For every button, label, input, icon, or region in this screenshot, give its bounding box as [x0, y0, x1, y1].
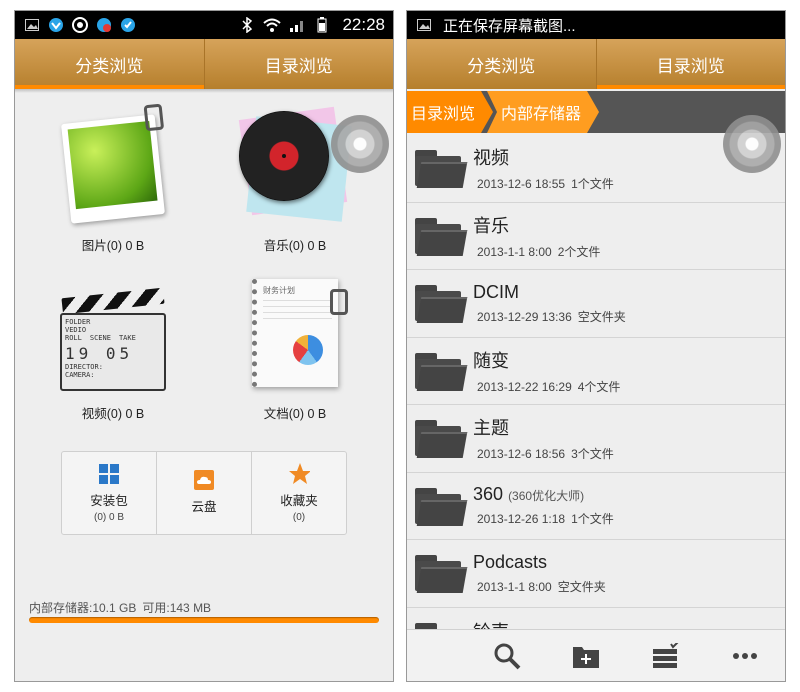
video-icon: FOLDER VEDIO ROLL SCENE TAKE 19 05 DIREC…	[60, 287, 166, 393]
quick-apps-count: (0) 0 B	[93, 512, 124, 523]
folder-row[interactable]: 360 (360优化大师) 2013-12-26 1:18 1个文件	[407, 473, 785, 540]
folder-name: 360 (360优化大师)	[473, 484, 585, 505]
new-folder-icon[interactable]	[571, 641, 601, 671]
image-notification-icon	[415, 17, 433, 33]
folder-row[interactable]: 主题 2013-12-6 18:56 3个文件	[407, 405, 785, 473]
folder-name: 随变	[473, 350, 509, 371]
storage-available: 可用:143 MB	[142, 601, 212, 615]
clapper-scene: SCENE	[89, 334, 111, 342]
storage-usage-bar	[29, 617, 379, 623]
folder-icon	[415, 486, 468, 526]
folder-list: 视频 2013-12-6 18:55 1个文件音乐 2013-1-1 8:00 2个…	[407, 135, 785, 675]
clock: 22:28	[342, 15, 385, 34]
status-notice: 正在保存屏幕截图...	[443, 17, 576, 35]
clapper-roll: ROLL	[65, 334, 82, 342]
clapper-camera: CAMERA:	[65, 371, 95, 379]
category-documents[interactable]: 财务计划 文档(0) 0 B	[215, 279, 375, 422]
folder-name: 主题	[473, 418, 509, 439]
category-pictures[interactable]: 图片(0) 0 B	[33, 103, 193, 254]
more-icon[interactable]	[730, 641, 760, 671]
tab-bar: 分类浏览 目录浏览	[407, 39, 785, 89]
signal-icon	[288, 17, 306, 33]
folder-meta: 2013-12-22 16:29 4个文件	[477, 379, 621, 394]
tab-category[interactable]: 分类浏览	[407, 39, 596, 89]
folder-icon	[415, 553, 468, 594]
folder-row[interactable]: Podcasts 2013-1-1 8:00 空文件夹	[407, 540, 785, 608]
tab-shadow	[15, 89, 393, 93]
folder-meta: 2013-12-29 13:36 空文件夹	[477, 309, 626, 324]
document-icon: 财务计划	[252, 279, 348, 387]
apps-icon	[98, 463, 120, 485]
folder-meta: 2013-1-1 8:00 2个文件	[477, 244, 601, 259]
folder-meta: 2013-1-1 8:00 空文件夹	[477, 579, 606, 594]
folder-icon	[415, 418, 468, 459]
clapper-title: FOLDER	[65, 318, 91, 326]
bluetooth-icon	[238, 17, 256, 33]
category-video[interactable]: FOLDER VEDIO ROLL SCENE TAKE 19 05 DIREC…	[33, 279, 193, 422]
quick-cloud[interactable]: 云盘	[156, 452, 251, 534]
shield-notification-icon	[47, 17, 65, 33]
category-music-label: 音乐(0) 0 B	[263, 239, 327, 253]
batch-select-icon[interactable]	[651, 641, 681, 671]
folder-row[interactable]: DCIM 2013-12-29 13:36 空文件夹	[407, 270, 785, 338]
notebook-title: 财务计划	[263, 286, 295, 295]
folder-meta: 2013-12-6 18:55 1个文件	[477, 177, 614, 192]
clapper-numbers: 19 05	[65, 344, 134, 363]
folder-name: 视频	[473, 148, 509, 169]
folder-name: 音乐	[473, 215, 509, 236]
folder-name: Podcasts	[473, 551, 548, 572]
star-icon	[288, 463, 310, 485]
battery-icon	[313, 17, 331, 33]
folder-icon	[415, 351, 468, 391]
clapper-line: VEDIO	[65, 326, 87, 334]
folder-meta: 2013-12-6 18:56 3个文件	[477, 447, 614, 462]
storage-info: 内部存储器:10.1 GB 可用:143 MB	[29, 599, 211, 616]
folder-row[interactable]: 随变 2013-12-22 16:29 4个文件	[407, 338, 785, 405]
breadcrumb-current[interactable]: 内部存储器	[487, 91, 599, 133]
cloud-icon	[193, 469, 215, 491]
clapper-director: DIRECTOR:	[65, 363, 103, 371]
wifi-icon	[263, 17, 282, 33]
record-notification-icon	[71, 17, 89, 33]
floating-ball-icon[interactable]	[723, 115, 781, 173]
quick-apps-label: 安装包	[90, 494, 128, 508]
quick-favorites-count: (0)	[292, 512, 306, 523]
quick-favorites[interactable]: 收藏夹 (0)	[251, 452, 346, 534]
quick-apps[interactable]: 安装包 (0) 0 B	[62, 452, 156, 534]
folder-icon	[415, 148, 468, 189]
search-icon[interactable]	[492, 641, 522, 671]
category-video-label: 视频(0) 0 B	[81, 407, 145, 421]
folder-icon	[415, 216, 468, 256]
storage-total: 内部存储器:10.1 GB	[29, 601, 137, 615]
folder-row[interactable]: 音乐 2013-1-1 8:00 2个文件	[407, 203, 785, 270]
status-bar: 正在保存屏幕截图...	[407, 11, 785, 39]
category-screen: 22:28 分类浏览 目录浏览 图片(0) 0 B 音乐(0) 0 B FOLD…	[14, 10, 394, 682]
category-documents-label: 文档(0) 0 B	[263, 407, 327, 421]
music-icon	[238, 106, 352, 223]
bottom-toolbar	[407, 629, 785, 681]
folder-icon	[415, 283, 468, 324]
folder-name: DCIM	[473, 281, 519, 302]
tab-directory[interactable]: 目录浏览	[203, 39, 394, 89]
block-notification-icon	[95, 17, 113, 33]
tab-directory[interactable]: 目录浏览	[595, 39, 786, 89]
security-notification-icon	[119, 17, 137, 33]
clapper-take: TAKE	[118, 334, 136, 342]
category-pictures-label: 图片(0) 0 B	[81, 239, 145, 253]
tab-bar: 分类浏览 目录浏览	[15, 39, 393, 89]
breadcrumb-root[interactable]: 目录浏览	[407, 91, 493, 133]
directory-screen: 正在保存屏幕截图... 分类浏览 目录浏览 目录浏览 内部存储器 视频 2013…	[406, 10, 786, 682]
quick-favorites-label: 收藏夹	[280, 494, 318, 508]
folder-meta: 2013-12-26 1:18 1个文件	[477, 512, 614, 527]
floating-ball-icon[interactable]	[331, 115, 389, 173]
quick-access-panel: 安装包 (0) 0 B 云盘 收藏夹 (0)	[61, 451, 347, 535]
image-icon	[61, 103, 165, 224]
status-bar: 22:28	[15, 11, 393, 39]
image-notification-icon	[23, 17, 41, 33]
quick-cloud-label: 云盘	[191, 499, 217, 514]
tab-category[interactable]: 分类浏览	[15, 39, 204, 89]
